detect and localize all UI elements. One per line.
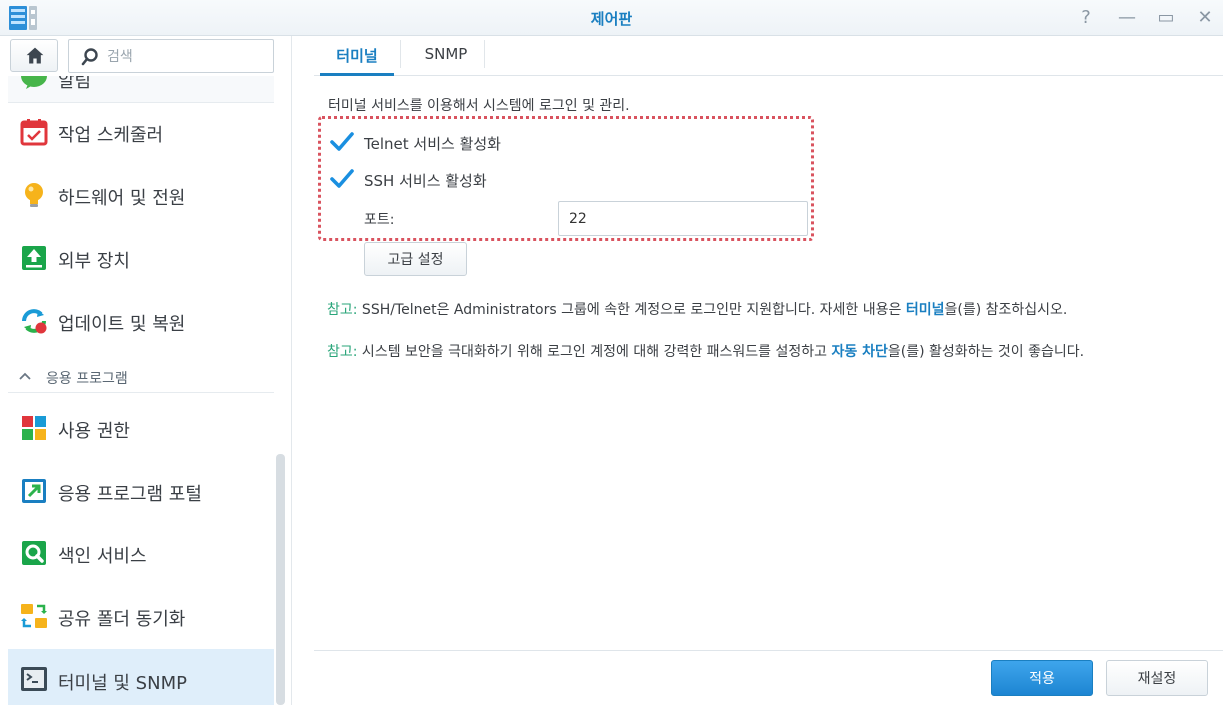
reset-button[interactable]: 재설정	[1106, 660, 1208, 696]
tab-divider	[484, 40, 485, 68]
sidebar-item-external-devices[interactable]: 외부 장치	[8, 230, 274, 286]
notification-icon	[21, 76, 47, 89]
search-icon	[81, 48, 98, 66]
terminal-help-link[interactable]: 터미널	[906, 302, 945, 318]
tab-bar: 터미널 SNMP	[314, 36, 1223, 76]
sidebar-item-label: 알림	[58, 76, 92, 92]
title-bar: 제어판 ? — ▭ ✕	[0, 0, 1223, 36]
close-button[interactable]: ✕	[1192, 6, 1218, 30]
note-text: 을(를) 참조하십시오.	[944, 302, 1068, 318]
sidebar-item-label: 공유 폴더 동기화	[58, 609, 186, 630]
terminal-description: 터미널 서비스를 이용해서 시스템에 로그인 및 관리.	[328, 98, 630, 114]
search-box[interactable]	[68, 39, 274, 73]
sidebar-item-label: 작업 스케줄러	[58, 125, 164, 146]
external-device-icon	[22, 246, 46, 270]
tab-snmp[interactable]: SNMP	[406, 36, 486, 76]
note-text: 시스템 보안을 극대화하기 위해 로그인 계정에 대해 강력한 패스워드를 설정…	[357, 344, 832, 360]
note-text: 을(를) 활성화하는 것이 좋습니다.	[887, 344, 1085, 360]
lightbulb-icon	[25, 183, 43, 207]
auto-block-link[interactable]: 자동 차단	[831, 344, 887, 360]
privileges-icon	[22, 416, 46, 440]
sidebar-item-privileges[interactable]: 사용 권한	[8, 400, 274, 456]
sidebar-item-label: 색인 서비스	[58, 546, 147, 567]
search-input[interactable]	[107, 46, 267, 68]
task-scheduler-icon	[20, 119, 48, 146]
terminal-icon	[21, 667, 47, 691]
sidebar-item-label: 응용 프로그램 포털	[58, 484, 202, 505]
telnet-checkbox[interactable]	[330, 131, 354, 153]
sidebar-item-update-restore[interactable]: 업데이트 및 복원	[8, 293, 274, 349]
minimize-button[interactable]: —	[1114, 6, 1140, 30]
sidebar-item-notification[interactable]: 알림	[8, 76, 274, 103]
home-button[interactable]	[10, 39, 58, 72]
window-title: 제어판	[590, 10, 633, 28]
sidebar-item-label: 외부 장치	[58, 251, 130, 272]
sidebar-scrollbar[interactable]	[276, 454, 285, 705]
sidebar-item-hardware-power[interactable]: 하드웨어 및 전원	[8, 167, 274, 223]
shared-folder-sync-icon	[21, 604, 47, 628]
note-prefix: 참고:	[327, 302, 358, 318]
sidebar-item-label: 터미널 및 SNMP	[58, 673, 187, 694]
advanced-settings-button[interactable]: 고급 설정	[364, 242, 467, 276]
app-portal-icon	[22, 479, 46, 503]
home-icon	[26, 47, 44, 64]
tab-divider	[400, 40, 401, 68]
sidebar-item-shared-folder-sync[interactable]: 공유 폴더 동기화	[8, 588, 274, 644]
ssh-checkbox[interactable]	[330, 168, 354, 190]
sidebar: 알림 작업 스케줄러 하드웨어 및 전원 외부 장치	[0, 36, 292, 705]
note-auto-block: 참고: 시스템 보안을 극대화하기 위해 로그인 계정에 대해 강력한 패스워드…	[327, 340, 1197, 364]
footer-divider	[314, 650, 1223, 651]
telnet-label: Telnet 서비스 활성화	[364, 135, 501, 153]
sidebar-item-indexing-service[interactable]: 색인 서비스	[8, 525, 274, 581]
sidebar-item-application-portal[interactable]: 응용 프로그램 포털	[8, 463, 274, 519]
port-label: 포트:	[364, 212, 395, 228]
note-text: SSH/Telnet은 Administrators 그룹에 속한 계정으로 로…	[357, 302, 906, 318]
chevron-up-icon	[19, 372, 31, 380]
note-ssh-telnet: 참고: SSH/Telnet은 Administrators 그룹에 속한 계정…	[327, 298, 1207, 322]
section-header-label: 응용 프로그램	[46, 371, 128, 387]
sidebar-item-label: 업데이트 및 복원	[58, 314, 186, 335]
update-restore-icon	[22, 309, 47, 334]
tab-terminal[interactable]: 터미널	[320, 36, 394, 76]
ssh-label: SSH 서비스 활성화	[364, 172, 487, 190]
note-prefix: 참고:	[327, 344, 358, 360]
section-header-applications[interactable]: 응용 프로그램	[8, 360, 274, 393]
sidebar-item-label: 하드웨어 및 전원	[58, 188, 186, 209]
indexing-service-icon	[22, 541, 46, 565]
sidebar-item-terminal-snmp[interactable]: 터미널 및 SNMP	[8, 649, 274, 705]
sidebar-item-label: 사용 권한	[58, 421, 130, 442]
apply-button[interactable]: 적용	[991, 660, 1093, 696]
port-input[interactable]	[558, 201, 808, 236]
help-button[interactable]: ?	[1073, 6, 1099, 30]
sidebar-item-task-scheduler[interactable]: 작업 스케줄러	[8, 104, 274, 160]
maximize-button[interactable]: ▭	[1153, 6, 1179, 30]
